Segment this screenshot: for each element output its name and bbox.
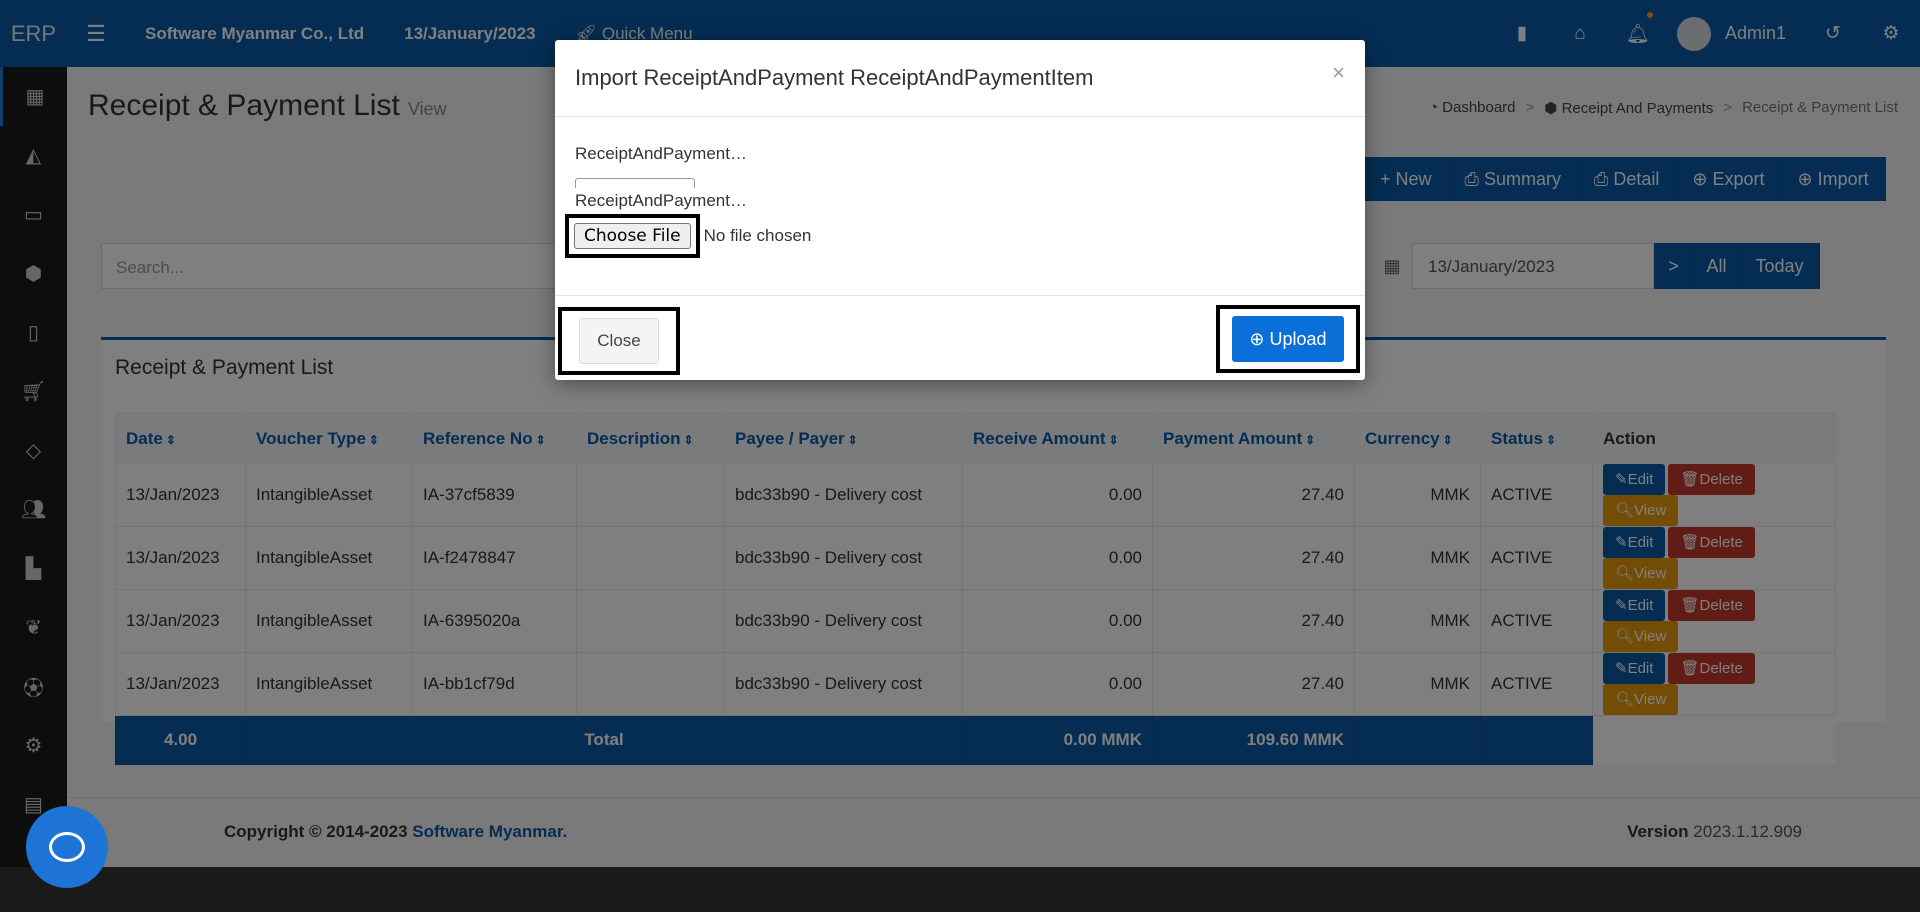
upload-button[interactable]: ⊕ Upload [1232, 316, 1344, 362]
modal-title: Import ReceiptAndPayment ReceiptAndPayme… [575, 65, 1094, 90]
close-button[interactable]: Close [579, 318, 659, 364]
close-icon[interactable]: × [1332, 60, 1345, 86]
upload-highlight: ⊕ Upload [1216, 305, 1360, 373]
field-label-1: ReceiptAndPayment… [575, 144, 747, 163]
file-status: No file chosen [703, 226, 812, 245]
upload-icon: ⊕ [1249, 328, 1265, 349]
close-highlight: Close [558, 307, 680, 375]
choose-file-highlight: Choose File [565, 214, 700, 258]
chat-icon [49, 832, 85, 862]
import-modal: Import ReceiptAndPayment ReceiptAndPayme… [555, 40, 1365, 380]
chat-widget[interactable] [26, 806, 108, 888]
choose-file-button[interactable]: Choose File [574, 223, 691, 249]
field-label-2: ReceiptAndPayment… [575, 191, 747, 210]
file-input-1[interactable] [575, 178, 695, 188]
file-input-2: Choose File No file chosen [565, 214, 811, 258]
upload-button-label: Upload [1269, 328, 1327, 349]
